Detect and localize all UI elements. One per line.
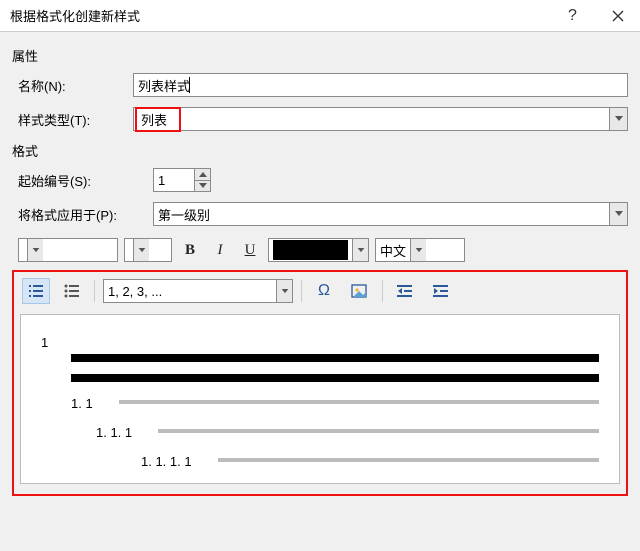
bold-button[interactable]: B <box>178 238 202 262</box>
language-combo[interactable]: 中文 <box>375 238 465 262</box>
picture-button[interactable] <box>346 278 374 304</box>
decrease-indent-icon <box>396 283 414 299</box>
bullet-list-button[interactable] <box>58 278 86 304</box>
chevron-down-icon[interactable] <box>352 239 368 261</box>
chevron-down-icon[interactable] <box>27 239 43 261</box>
numbered-list-icon <box>27 283 45 299</box>
style-type-highlight: 列表 <box>135 107 181 132</box>
font-toolbar: B I U 中文 <box>12 236 628 264</box>
close-icon <box>612 10 624 22</box>
preview-level-3: 1. 1. 1 <box>41 425 599 440</box>
apply-to-combo[interactable]: 第一级别 <box>153 202 628 226</box>
chevron-down-icon[interactable] <box>609 203 627 225</box>
separator <box>301 280 302 302</box>
picture-icon <box>351 283 369 299</box>
color-swatch <box>273 240 348 260</box>
chevron-down-icon[interactable] <box>276 280 292 302</box>
numbered-list-button[interactable] <box>22 278 50 304</box>
start-number-value[interactable] <box>154 169 194 191</box>
name-value: 列表样式 <box>138 76 190 95</box>
separator <box>94 280 95 302</box>
separator <box>382 280 383 302</box>
preview-l4-number: 1. 1. 1. 1 <box>141 454 192 469</box>
omega-icon: Ω <box>318 282 330 300</box>
preview-bar <box>218 458 599 462</box>
name-input[interactable]: 列表样式 <box>133 73 628 97</box>
text-caret <box>189 77 190 93</box>
font-size-value <box>125 239 133 261</box>
preview-l2-number: 1. 1 <box>71 396 93 411</box>
row-name: 名称(N): 列表样式 <box>12 73 628 97</box>
list-toolbar: 1, 2, 3, ... Ω <box>20 272 620 310</box>
font-color-combo[interactable] <box>268 238 369 262</box>
start-number-spinner[interactable] <box>153 168 211 192</box>
dialog-title: 根据格式化创建新样式 <box>10 6 550 25</box>
font-family-value <box>19 239 27 261</box>
underline-button[interactable]: U <box>238 238 262 262</box>
preview-level-2: 1. 1 <box>41 396 599 411</box>
font-family-combo[interactable] <box>18 238 118 262</box>
decrease-indent-button[interactable] <box>391 278 419 304</box>
preview-level-1: 1 <box>41 335 599 382</box>
close-button[interactable] <box>595 0 640 32</box>
list-format-area: 1, 2, 3, ... Ω <box>12 270 628 496</box>
titlebar: 根据格式化创建新样式 ? <box>0 0 640 32</box>
increase-indent-button[interactable] <box>427 278 455 304</box>
language-value: 中文 <box>376 239 410 261</box>
chevron-down-icon[interactable] <box>133 239 149 261</box>
preview-panel: 1 1. 1 1. 1. 1 1. 1. <box>20 314 620 484</box>
bullet-list-icon <box>63 283 81 299</box>
help-button[interactable]: ? <box>550 0 595 32</box>
row-style-type: 样式类型(T): 列表 <box>12 107 628 131</box>
label-name: 名称(N): <box>18 76 133 95</box>
row-start-number: 起始编号(S): <box>12 168 628 192</box>
preview-l1-number: 1 <box>41 335 591 350</box>
preview-bar <box>71 374 599 382</box>
style-type-combo[interactable]: 列表 <box>133 107 628 131</box>
symbol-button[interactable]: Ω <box>310 278 338 304</box>
preview-bar <box>158 429 599 433</box>
spinner-up[interactable] <box>195 169 210 181</box>
italic-button[interactable]: I <box>208 238 232 262</box>
preview-level-4: 1. 1. 1. 1 <box>41 454 599 469</box>
label-style-type: 样式类型(T): <box>18 110 133 129</box>
preview-bar <box>71 354 599 362</box>
number-format-combo[interactable]: 1, 2, 3, ... <box>103 279 293 303</box>
section-format: 格式 <box>12 141 628 160</box>
section-properties: 属性 <box>12 46 628 65</box>
style-type-value: 列表 <box>141 113 167 128</box>
number-format-value: 1, 2, 3, ... <box>104 280 276 302</box>
spinner-down[interactable] <box>195 181 210 192</box>
label-start-number: 起始编号(S): <box>18 171 153 190</box>
font-size-combo[interactable] <box>124 238 172 262</box>
row-apply-to: 将格式应用于(P): 第一级别 <box>12 202 628 226</box>
preview-l3-number: 1. 1. 1 <box>96 425 132 440</box>
label-apply-to: 将格式应用于(P): <box>18 205 153 224</box>
apply-to-value: 第一级别 <box>158 205 210 224</box>
preview-bar <box>119 400 599 404</box>
increase-indent-icon <box>432 283 450 299</box>
chevron-down-icon[interactable] <box>609 108 627 130</box>
chevron-down-icon[interactable] <box>410 239 426 261</box>
